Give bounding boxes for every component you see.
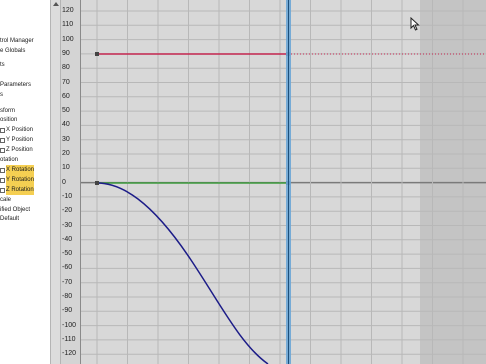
tree-item[interactable]: otation <box>0 155 18 165</box>
checkbox-icon[interactable] <box>0 167 5 173</box>
tree-item-label: cale <box>0 197 12 203</box>
tree-item-label: Z Rotation <box>6 185 34 195</box>
ruler-tick-label: 40 <box>62 121 70 129</box>
tree-item[interactable]: Z Rotation <box>0 185 34 195</box>
ruler-tick-label: -50 <box>62 250 73 258</box>
ruler-tick-label: 120 <box>62 7 74 14</box>
tree-item[interactable]: trol Manager <box>0 36 34 46</box>
ruler-tick-label: -40 <box>62 235 73 243</box>
tree-item[interactable]: Y Rotation <box>0 175 34 185</box>
ruler-tick-label: -80 <box>62 293 73 300</box>
ruler-tick-label: 90 <box>62 49 70 57</box>
tree-item[interactable]: osition <box>0 115 17 125</box>
green-key-left[interactable] <box>95 181 99 185</box>
checkbox-icon[interactable] <box>0 147 5 153</box>
ruler-tick-label: 30 <box>62 135 70 143</box>
scroll-up-icon[interactable] <box>53 2 59 6</box>
tree-item[interactable]: Y Position <box>0 135 33 145</box>
ruler-tick-label: -110 <box>62 335 76 343</box>
checkbox-icon[interactable] <box>0 127 5 133</box>
tree-item[interactable]: Parameters <box>0 80 31 90</box>
ruler-tick-label: 110 <box>62 21 74 29</box>
tree-item[interactable]: s <box>0 90 3 100</box>
ruler-tick-label: -90 <box>62 307 73 315</box>
tree-item[interactable]: X Rotation <box>0 165 35 175</box>
tree-item[interactable]: ts <box>0 60 5 70</box>
tree-item[interactable]: Default <box>0 214 19 224</box>
ruler-tick-label: -20 <box>62 207 73 215</box>
tree-item-label: osition <box>0 117 18 123</box>
tree-item-label: e Globals <box>0 48 26 54</box>
tree-item-label: Parameters <box>0 82 32 88</box>
red-key-left[interactable] <box>95 52 99 56</box>
tree-item-label: Y Rotation <box>6 175 34 185</box>
value-ruler: 120 110 100 90 80 70 60 50 40 30 20 10 0 -10 -20 -30 -40… <box>61 0 81 364</box>
ruler-tick-label: -100 <box>62 321 77 329</box>
tree-item[interactable]: X Position <box>0 125 33 135</box>
tree-item-label: Z Position <box>6 147 33 153</box>
ruler-tick-label: 20 <box>62 150 70 157</box>
ruler-tick-label: 80 <box>62 64 70 72</box>
ruler-tick-label: -30 <box>62 221 73 229</box>
ruler-tick-label: 10 <box>62 164 70 172</box>
tree-item[interactable]: Z Position <box>0 145 33 155</box>
mouse-cursor-icon <box>410 17 420 31</box>
ruler-tick-label: 70 <box>62 78 70 86</box>
tree-item-label: X Position <box>6 127 34 133</box>
ruler-tick-label: 100 <box>62 35 74 43</box>
ruler-tick-label: -120 <box>62 350 77 358</box>
checkbox-icon[interactable] <box>0 137 5 143</box>
checkbox-icon[interactable] <box>0 187 5 193</box>
tree-item-label: ts <box>0 62 5 68</box>
tree-item-label: X Rotation <box>6 165 35 175</box>
tree-item-label: Y Position <box>6 137 33 143</box>
tree-item[interactable]: cale <box>0 195 11 205</box>
panel-splitter[interactable] <box>50 0 61 364</box>
tree-item-label: s <box>0 92 3 98</box>
controller-tree-panel: trol Manager e Globals ts Parameters s sform o… <box>0 0 50 364</box>
ruler-tick-label: 0 <box>62 178 66 186</box>
ruler-tick-label: 50 <box>62 107 70 115</box>
ruler-tick-label: -10 <box>62 192 73 200</box>
tree-item[interactable]: e Globals <box>0 46 25 56</box>
tree-item-label: otation <box>0 157 19 163</box>
tree-item-label: Default <box>0 216 20 222</box>
ruler-tick-label: 60 <box>62 92 70 100</box>
ruler-tick-label: -60 <box>62 264 73 272</box>
checkbox-icon[interactable] <box>0 177 5 183</box>
ruler-tick-label: -70 <box>62 278 73 286</box>
curve-editor-graph[interactable] <box>81 0 486 364</box>
tree-item-label: trol Manager <box>0 38 34 44</box>
